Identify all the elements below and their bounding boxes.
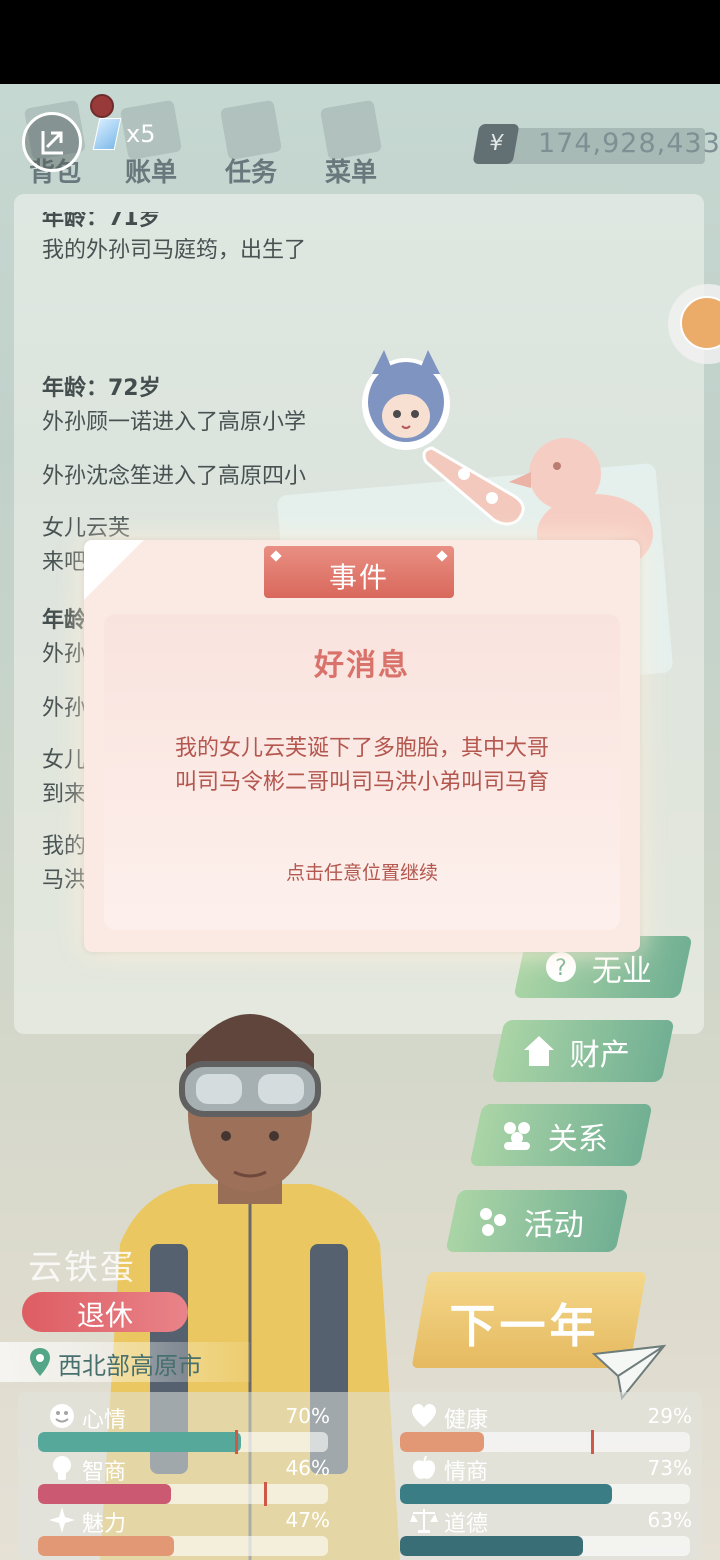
event-dialog[interactable]: 事件 好消息 我的女儿云芙诞下了多胞胎，其中大哥 叫司马令彬二哥叫司马洪小弟叫司… bbox=[84, 540, 640, 952]
dialog-tab-label: 事件 bbox=[328, 561, 389, 594]
dialog-title: 好消息 bbox=[314, 648, 410, 683]
dialog-message: 我的女儿云芙诞下了多胞胎，其中大哥 叫司马令彬二哥叫司马洪小弟叫司马育 bbox=[134, 732, 590, 800]
continue-hint[interactable]: 点击任意位置继续 bbox=[104, 858, 620, 885]
status-bar bbox=[0, 0, 720, 84]
dialog-body: 好消息 我的女儿云芙诞下了多胞胎，其中大哥 叫司马令彬二哥叫司马洪小弟叫司马育 … bbox=[104, 614, 620, 930]
dialog-message-line: 叫司马令彬二哥叫司马洪小弟叫司马育 bbox=[174, 770, 549, 795]
dialog-message-line: 我的女儿云芙诞下了多胞胎，其中大哥 bbox=[174, 736, 549, 761]
dialog-tab: 事件 bbox=[264, 546, 454, 598]
page-fold-decoration bbox=[84, 540, 144, 600]
